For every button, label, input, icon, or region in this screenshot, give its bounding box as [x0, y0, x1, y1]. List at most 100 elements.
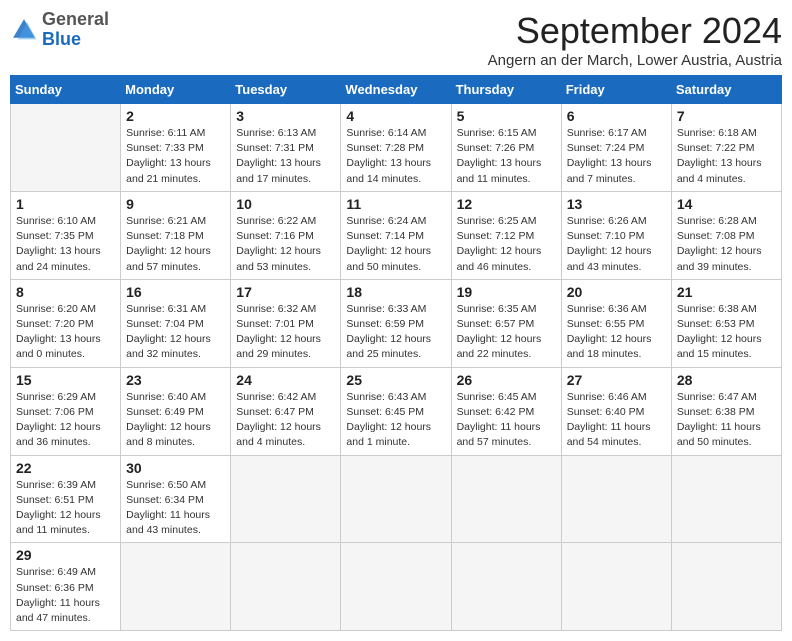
day-number: 17 — [236, 284, 335, 300]
day-number: 23 — [126, 372, 225, 388]
day-number: 24 — [236, 372, 335, 388]
day-number: 1 — [16, 196, 115, 212]
cell-info: Sunrise: 6:26 AM Sunset: 7:10 PM Dayligh… — [567, 214, 666, 275]
calendar-cell: 9Sunrise: 6:21 AM Sunset: 7:18 PM Daylig… — [121, 191, 231, 279]
cell-info: Sunrise: 6:49 AM Sunset: 6:36 PM Dayligh… — [16, 565, 115, 626]
calendar-cell — [231, 455, 341, 543]
calendar-week-2: 1Sunrise: 6:10 AM Sunset: 7:35 PM Daylig… — [11, 191, 782, 279]
logo-icon — [10, 16, 38, 44]
calendar-cell: 22Sunrise: 6:39 AM Sunset: 6:51 PM Dayli… — [11, 455, 121, 543]
day-number: 27 — [567, 372, 666, 388]
day-number: 5 — [457, 108, 556, 124]
weekday-header-monday: Monday — [121, 76, 231, 104]
cell-info: Sunrise: 6:13 AM Sunset: 7:31 PM Dayligh… — [236, 126, 335, 187]
day-number: 4 — [346, 108, 445, 124]
calendar-table: SundayMondayTuesdayWednesdayThursdayFrid… — [10, 75, 782, 631]
day-number: 7 — [677, 108, 776, 124]
day-number: 13 — [567, 196, 666, 212]
calendar-week-1: 2 Sunrise: 6:11 AM Sunset: 7:33 PM Daylig… — [11, 104, 782, 192]
day-number: 14 — [677, 196, 776, 212]
calendar-cell — [561, 455, 671, 543]
cell-info: Sunrise: 6:42 AM Sunset: 6:47 PM Dayligh… — [236, 390, 335, 451]
day-number: 25 — [346, 372, 445, 388]
day-number: 11 — [346, 196, 445, 212]
calendar-cell: 1Sunrise: 6:10 AM Sunset: 7:35 PM Daylig… — [11, 191, 121, 279]
day-number: 15 — [16, 372, 115, 388]
cell-info: Sunrise: 6:33 AM Sunset: 6:59 PM Dayligh… — [346, 302, 445, 363]
day-number: 29 — [16, 547, 115, 563]
weekday-header-tuesday: Tuesday — [231, 76, 341, 104]
day-number: 6 — [567, 108, 666, 124]
day-number: 26 — [457, 372, 556, 388]
cell-info: Sunrise: 6:11 AM Sunset: 7:33 PM Dayligh… — [126, 126, 225, 187]
day-number: 2 — [126, 108, 225, 124]
calendar-cell — [11, 104, 121, 192]
day-number: 12 — [457, 196, 556, 212]
cell-info: Sunrise: 6:18 AM Sunset: 7:22 PM Dayligh… — [677, 126, 776, 187]
cell-info: Sunrise: 6:39 AM Sunset: 6:51 PM Dayligh… — [16, 478, 115, 539]
calendar-cell — [671, 455, 781, 543]
calendar-cell — [231, 543, 341, 631]
cell-info: Sunrise: 6:46 AM Sunset: 6:40 PM Dayligh… — [567, 390, 666, 451]
calendar-cell: 6 Sunrise: 6:17 AM Sunset: 7:24 PM Daylig… — [561, 104, 671, 192]
logo: General Blue — [10, 10, 109, 50]
cell-info: Sunrise: 6:31 AM Sunset: 7:04 PM Dayligh… — [126, 302, 225, 363]
calendar-header: SundayMondayTuesdayWednesdayThursdayFrid… — [11, 76, 782, 104]
month-title: September 2024 — [488, 10, 782, 52]
day-number: 10 — [236, 196, 335, 212]
day-number: 19 — [457, 284, 556, 300]
calendar-cell: 16 Sunrise: 6:31 AM Sunset: 7:04 PM Dayli… — [121, 279, 231, 367]
calendar-cell: 23 Sunrise: 6:40 AM Sunset: 6:49 PM Dayli… — [121, 367, 231, 455]
calendar-cell: 11 Sunrise: 6:24 AM Sunset: 7:14 PM Dayli… — [341, 191, 451, 279]
calendar-week-3: 8 Sunrise: 6:20 AM Sunset: 7:20 PM Daylig… — [11, 279, 782, 367]
cell-info: Sunrise: 6:38 AM Sunset: 6:53 PM Dayligh… — [677, 302, 776, 363]
calendar-cell: 27 Sunrise: 6:46 AM Sunset: 6:40 PM Dayli… — [561, 367, 671, 455]
weekday-header-thursday: Thursday — [451, 76, 561, 104]
cell-info: Sunrise: 6:20 AM Sunset: 7:20 PM Dayligh… — [16, 302, 115, 363]
calendar-cell: 26 Sunrise: 6:45 AM Sunset: 6:42 PM Dayli… — [451, 367, 561, 455]
cell-info: Sunrise: 6:24 AM Sunset: 7:14 PM Dayligh… — [346, 214, 445, 275]
weekday-header-sunday: Sunday — [11, 76, 121, 104]
calendar-week-6: 29 Sunrise: 6:49 AM Sunset: 6:36 PM Dayli… — [11, 543, 782, 631]
day-number: 16 — [126, 284, 225, 300]
calendar-cell: 29 Sunrise: 6:49 AM Sunset: 6:36 PM Dayli… — [11, 543, 121, 631]
day-number: 30 — [126, 460, 225, 476]
day-number: 8 — [16, 284, 115, 300]
logo-general: General — [42, 9, 109, 29]
calendar-cell — [671, 543, 781, 631]
calendar-cell — [121, 543, 231, 631]
header-row: SundayMondayTuesdayWednesdayThursdayFrid… — [11, 76, 782, 104]
day-number: 18 — [346, 284, 445, 300]
day-number: 3 — [236, 108, 335, 124]
calendar-cell: 2 Sunrise: 6:11 AM Sunset: 7:33 PM Daylig… — [121, 104, 231, 192]
calendar-cell — [341, 543, 451, 631]
cell-info: Sunrise: 6:22 AM Sunset: 7:16 PM Dayligh… — [236, 214, 335, 275]
calendar-cell: 15 Sunrise: 6:29 AM Sunset: 7:06 PM Dayli… — [11, 367, 121, 455]
cell-info: Sunrise: 6:40 AM Sunset: 6:49 PM Dayligh… — [126, 390, 225, 451]
page-header: General Blue September 2024 Angern an de… — [10, 10, 782, 69]
calendar-body: 2 Sunrise: 6:11 AM Sunset: 7:33 PM Daylig… — [11, 104, 782, 631]
calendar-cell: 10 Sunrise: 6:22 AM Sunset: 7:16 PM Dayli… — [231, 191, 341, 279]
cell-info: Sunrise: 6:29 AM Sunset: 7:06 PM Dayligh… — [16, 390, 115, 451]
calendar-cell — [451, 455, 561, 543]
calendar-cell: 4 Sunrise: 6:14 AM Sunset: 7:28 PM Daylig… — [341, 104, 451, 192]
cell-info: Sunrise: 6:36 AM Sunset: 6:55 PM Dayligh… — [567, 302, 666, 363]
calendar-week-5: 22Sunrise: 6:39 AM Sunset: 6:51 PM Dayli… — [11, 455, 782, 543]
cell-info: Sunrise: 6:21 AM Sunset: 7:18 PM Dayligh… — [126, 214, 225, 275]
location-subtitle: Angern an der March, Lower Austria, Aust… — [488, 52, 782, 69]
cell-info: Sunrise: 6:35 AM Sunset: 6:57 PM Dayligh… — [457, 302, 556, 363]
calendar-cell: 12Sunrise: 6:25 AM Sunset: 7:12 PM Dayli… — [451, 191, 561, 279]
calendar-cell: 7 Sunrise: 6:18 AM Sunset: 7:22 PM Daylig… — [671, 104, 781, 192]
calendar-cell: 5Sunrise: 6:15 AM Sunset: 7:26 PM Daylig… — [451, 104, 561, 192]
weekday-header-saturday: Saturday — [671, 76, 781, 104]
cell-info: Sunrise: 6:17 AM Sunset: 7:24 PM Dayligh… — [567, 126, 666, 187]
calendar-cell: 24 Sunrise: 6:42 AM Sunset: 6:47 PM Dayli… — [231, 367, 341, 455]
cell-info: Sunrise: 6:45 AM Sunset: 6:42 PM Dayligh… — [457, 390, 556, 451]
logo-blue: Blue — [42, 29, 81, 49]
calendar-cell: 21Sunrise: 6:38 AM Sunset: 6:53 PM Dayli… — [671, 279, 781, 367]
calendar-cell: 3 Sunrise: 6:13 AM Sunset: 7:31 PM Daylig… — [231, 104, 341, 192]
calendar-cell: 8 Sunrise: 6:20 AM Sunset: 7:20 PM Daylig… — [11, 279, 121, 367]
cell-info: Sunrise: 6:14 AM Sunset: 7:28 PM Dayligh… — [346, 126, 445, 187]
calendar-cell — [451, 543, 561, 631]
calendar-cell — [561, 543, 671, 631]
